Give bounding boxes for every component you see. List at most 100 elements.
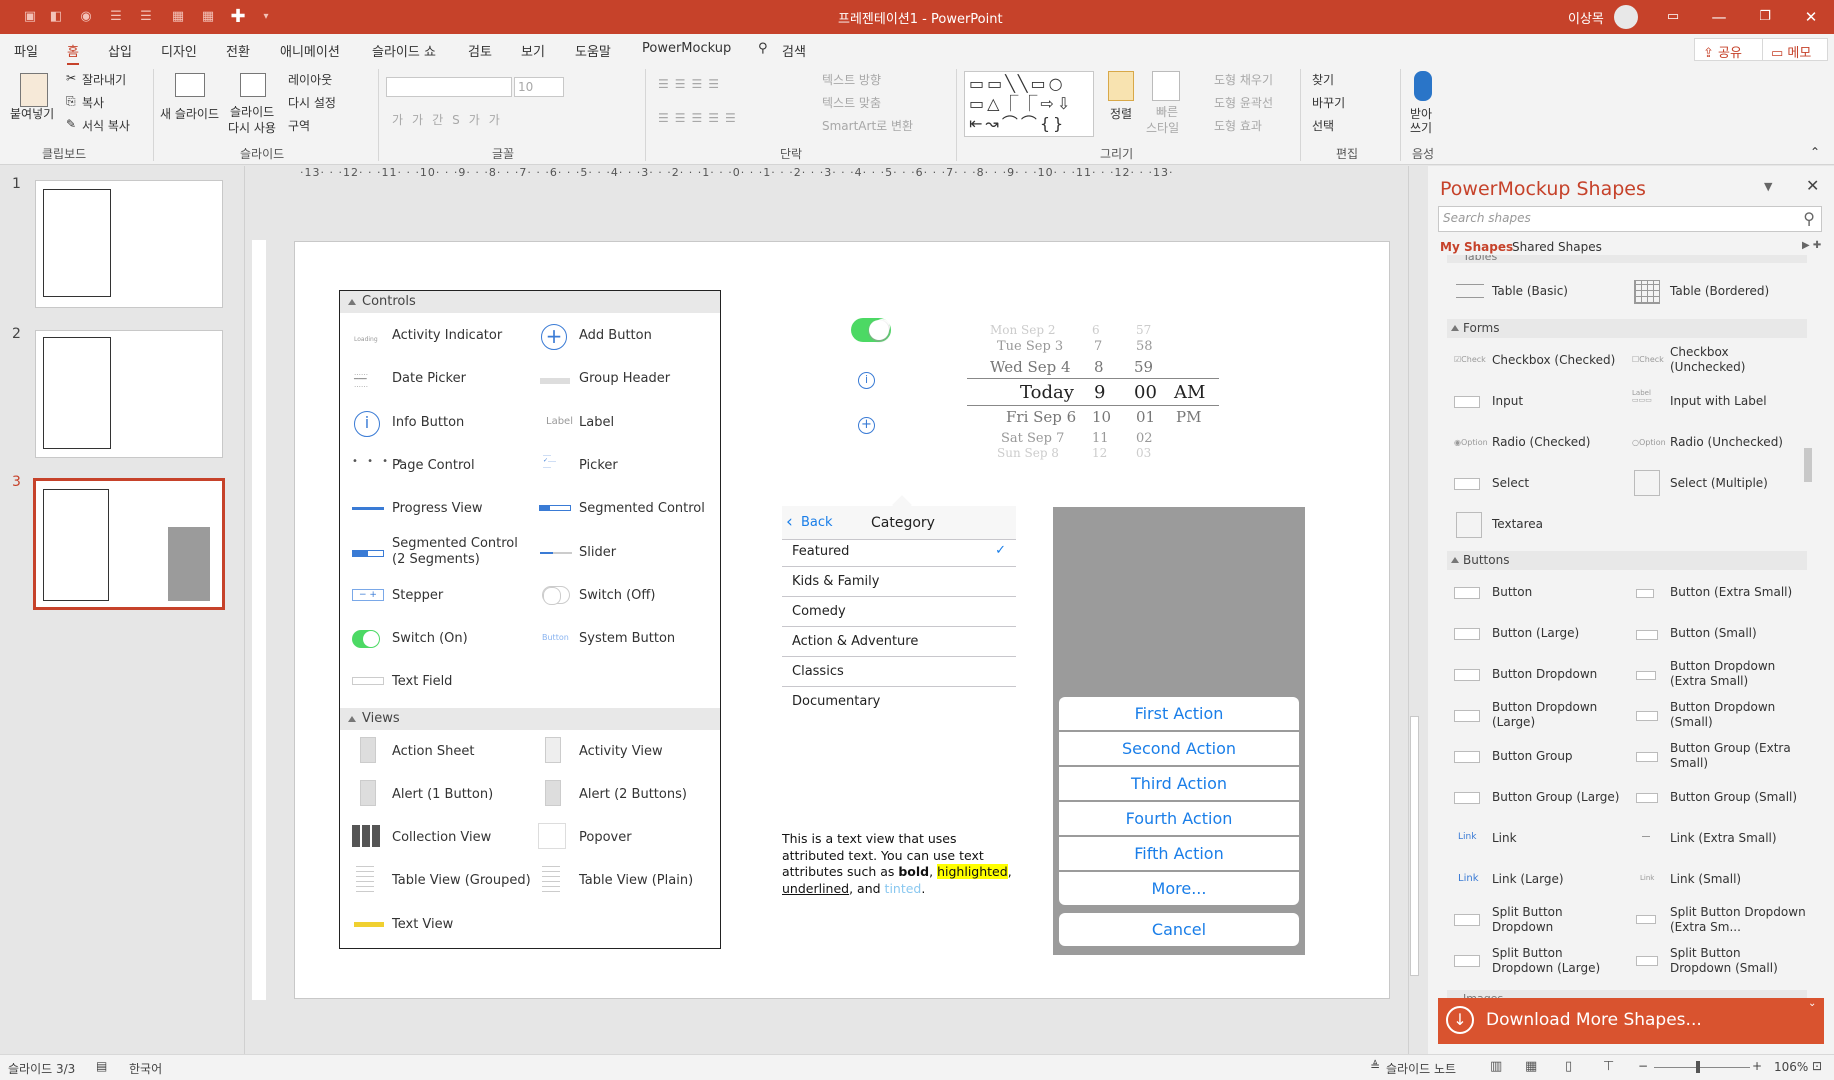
font-size-select[interactable]: 10 (514, 77, 564, 97)
panel-scrollbar[interactable] (1802, 262, 1814, 988)
back-button[interactable]: Back (801, 515, 833, 530)
picker-day[interactable]: Wed Sep 4 (990, 358, 1071, 376)
picker-day[interactable]: Sun Sep 8 (997, 446, 1059, 460)
shape-item[interactable]: Button Group (Extra Small) (1670, 741, 1800, 771)
panel-arrow-icon[interactable]: ▶ ✚ (1802, 240, 1821, 251)
tab-file[interactable]: 파일 (14, 41, 38, 60)
numbering-icon[interactable]: ☰ (138, 9, 154, 25)
reuse-slides-label2[interactable]: 다시 사용 (228, 119, 276, 136)
font-format-buttons[interactable]: 가가간S가가 (392, 111, 509, 128)
list-buttons[interactable]: ☰☰☰☰ (658, 77, 725, 91)
microphone-icon[interactable] (1414, 71, 1432, 101)
shape-item[interactable]: Link (Extra Small) (1670, 831, 1777, 846)
shape-item[interactable]: Split Button Dropdown (Large) (1492, 946, 1622, 976)
notes-icon[interactable]: ≜ (1370, 1059, 1380, 1073)
share-button[interactable]: ⇪ 공유 (1694, 38, 1768, 61)
tab-insert[interactable]: 삽입 (108, 41, 132, 60)
quick-styles-label2[interactable]: 스타일 (1146, 119, 1179, 136)
new-slide-button[interactable]: 새 슬라이드 (160, 105, 219, 122)
tell-me-search[interactable]: 검색 (782, 41, 806, 60)
view-item[interactable]: Table View (Plain) (579, 873, 693, 889)
layout-button[interactable]: 레이아웃 (288, 71, 332, 88)
shape-item[interactable]: Table (Basic) (1492, 284, 1568, 299)
slide-thumbnail-1[interactable] (35, 180, 223, 308)
shape-item[interactable]: Button Dropdown (Large) (1492, 700, 1622, 730)
format-painter-button[interactable]: 서식 복사 (82, 117, 130, 134)
tab-my-shapes[interactable]: My Shapes (1440, 240, 1513, 254)
slide-thumbnail-2[interactable] (35, 330, 223, 458)
cancel-button[interactable]: Cancel (1059, 913, 1299, 946)
align-buttons[interactable]: ☰☰☰☰☰ (658, 111, 742, 125)
download-collapse-icon[interactable]: ⌄ (1808, 998, 1816, 1009)
shape-item[interactable]: Split Button Dropdown (1492, 905, 1622, 935)
notes-button[interactable]: 슬라이드 노트 (1386, 1060, 1456, 1077)
shape-item[interactable]: Split Button Dropdown (Small) (1670, 946, 1800, 976)
view-item[interactable]: Activity View (579, 744, 663, 760)
align-text-button[interactable]: 텍스트 맞춤 (822, 94, 881, 111)
view-item[interactable]: Popover (579, 830, 632, 846)
category-row[interactable]: Action & Adventure (782, 627, 1016, 657)
slide-thumbnail-3[interactable] (33, 478, 225, 610)
tables-section-header[interactable]: Tables (1447, 255, 1807, 263)
search-icon[interactable]: ⚲ (758, 41, 768, 56)
control-item[interactable]: Slider (579, 545, 616, 561)
replace-button[interactable]: 바꾸기 (1312, 94, 1345, 111)
collapse-ribbon-icon[interactable]: ⌃ (1810, 145, 1820, 159)
control-item[interactable]: Segmented Control (579, 501, 705, 517)
action-button[interactable]: Second Action (1059, 732, 1299, 765)
view-item[interactable]: Alert (2 Buttons) (579, 787, 687, 803)
font-name-select[interactable] (386, 77, 512, 97)
view-item[interactable]: Table View (Grouped) (392, 873, 531, 889)
quick-styles-label1[interactable]: 빠른 (1156, 103, 1178, 120)
view-item[interactable]: Alert (1 Button) (392, 787, 493, 803)
control-item[interactable]: Stepper (392, 588, 443, 604)
avatar[interactable] (1614, 5, 1638, 29)
reset-button[interactable]: 다시 설정 (288, 94, 336, 111)
zoom-in-icon[interactable]: + (1752, 1059, 1762, 1073)
control-item[interactable]: Switch (Off) (579, 588, 655, 604)
shape-item[interactable]: Button (1492, 585, 1532, 600)
tab-animations[interactable]: 애니메이션 (280, 41, 340, 60)
table-icon[interactable]: ▦ (170, 9, 186, 25)
action-button[interactable]: Fifth Action (1059, 837, 1299, 870)
tab-help[interactable]: 도움말 (575, 41, 611, 60)
view-item[interactable]: Text View (392, 917, 453, 933)
category-row[interactable]: Classics (782, 657, 1016, 687)
undo-icon[interactable]: ◧ (48, 9, 64, 25)
tab-design[interactable]: 디자인 (161, 41, 197, 60)
smartart-button[interactable]: SmartArt로 변환 (822, 117, 913, 134)
category-row[interactable]: Documentary (782, 687, 1016, 717)
tab-slideshow[interactable]: 슬라이드 쇼 (372, 41, 436, 60)
category-row[interactable]: Comedy (782, 597, 1016, 627)
add-button-shape[interactable]: + (858, 417, 875, 434)
control-item[interactable]: Activity Indicator (392, 328, 502, 344)
control-item[interactable]: Label (579, 415, 614, 431)
search-icon[interactable]: ⚲ (1803, 209, 1815, 228)
shape-item[interactable]: Radio (Checked) (1492, 435, 1590, 450)
picker-day[interactable]: Tue Sep 3 (997, 339, 1063, 354)
sorter-view-icon[interactable]: ▦ (1525, 1059, 1537, 1074)
shape-item[interactable]: Textarea (1492, 517, 1543, 532)
bullets-icon[interactable]: ☰ (108, 9, 124, 25)
shape-outline-button[interactable]: 도형 윤곽선 (1214, 94, 1273, 111)
shape-effects-button[interactable]: 도형 효과 (1214, 117, 1262, 134)
paste-button[interactable]: 붙여넣기 (10, 105, 54, 122)
shape-item[interactable]: Button Group (1492, 749, 1573, 764)
tab-review[interactable]: 검토 (468, 41, 492, 60)
shape-item[interactable]: Link (1492, 831, 1517, 846)
new-slide-icon[interactable] (175, 73, 205, 97)
picker-day[interactable]: Fri Sep 6 (1006, 408, 1076, 426)
reuse-slides-label1[interactable]: 슬라이드 (230, 103, 274, 120)
picker-day[interactable]: Sat Sep 7 (1001, 431, 1064, 446)
save-icon[interactable]: ▣ (22, 9, 38, 25)
cut-button[interactable]: 잘라내기 (82, 71, 126, 88)
shape-item[interactable]: Button Dropdown (1492, 667, 1597, 682)
ribbon-display-icon[interactable]: ▭ (1650, 0, 1696, 34)
shapes-reference-panel[interactable]: Controls Views (339, 290, 721, 949)
zoom-slider-thumb[interactable] (1696, 1061, 1700, 1073)
section-button[interactable]: 구역 (288, 117, 310, 134)
control-item[interactable]: Page Control (392, 458, 475, 474)
panel-options-icon[interactable]: ▼ (1764, 180, 1772, 193)
shape-item[interactable]: Input (1492, 394, 1523, 409)
shape-item[interactable]: Button Group (Large) (1492, 790, 1619, 805)
